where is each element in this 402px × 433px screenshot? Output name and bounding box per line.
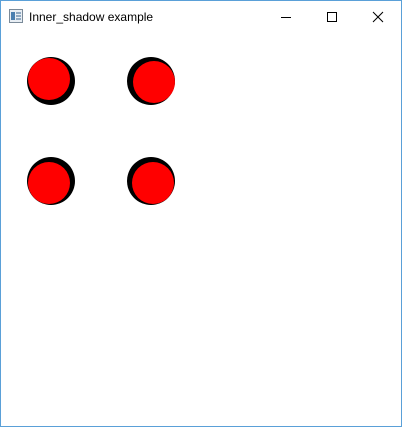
maximize-button[interactable] (309, 1, 355, 32)
app-window: Inner_shadow example (0, 0, 402, 427)
title-bar[interactable]: Inner_shadow example (1, 1, 401, 32)
maximize-icon (327, 11, 337, 22)
minimize-button[interactable] (263, 1, 309, 32)
shadow-circle-bottom-right (127, 157, 175, 205)
app-icon (9, 9, 23, 23)
shadow-circle-top-left (27, 57, 75, 105)
shadow-circle-bottom-left (27, 157, 75, 205)
close-button[interactable] (355, 1, 401, 32)
client-area (1, 32, 401, 426)
window-title: Inner_shadow example (29, 10, 154, 24)
desktop-strip (0, 427, 402, 433)
shadow-circle-top-right (127, 57, 175, 105)
minimize-icon (281, 16, 291, 18)
close-icon (372, 11, 384, 22)
